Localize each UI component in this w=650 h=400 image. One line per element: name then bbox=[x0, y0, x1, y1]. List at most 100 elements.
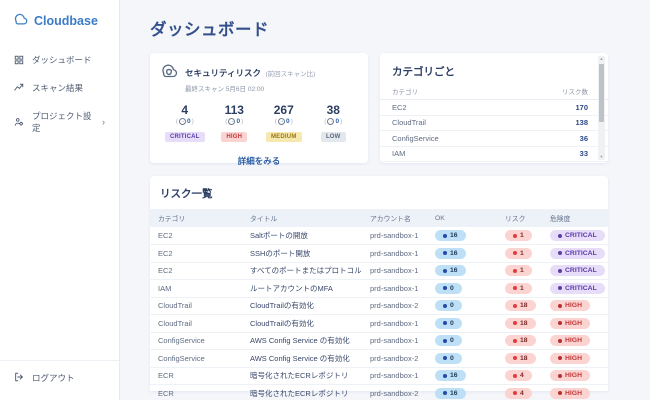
severity-pill: HIGH bbox=[550, 317, 590, 329]
risk-count-pill: 18 bbox=[505, 317, 536, 329]
security-card-subtitle: (前回スキャン比) bbox=[265, 71, 316, 78]
cloud-logo-icon bbox=[13, 12, 28, 30]
app-logo[interactable]: Cloudbase bbox=[0, 0, 119, 40]
category-table-body: EC2 170 CloudTrail 138 ConfigService 36 … bbox=[380, 100, 608, 163]
risk-count-pill: 4 bbox=[505, 387, 532, 399]
severity-pill: CRITICAL bbox=[550, 282, 605, 294]
risk-count-pill: 18 bbox=[505, 300, 536, 312]
ok-count-pill: 0 bbox=[435, 352, 462, 364]
severity-badge: HIGH bbox=[221, 132, 248, 142]
risk-table-row[interactable]: CloudTrail CloudTrailの有効化 prd-sandbox-2 … bbox=[150, 297, 608, 315]
stat-delta: (→ 0) bbox=[274, 118, 293, 125]
security-card-title: セキュリティリスク bbox=[185, 68, 261, 78]
sidebar-item-2[interactable]: プロジェクト設定 › bbox=[0, 102, 119, 142]
ok-count-pill: 16 bbox=[435, 247, 466, 259]
arrow-right-circle-icon: → bbox=[277, 118, 285, 125]
risk-list-title: リスク一覧 bbox=[160, 188, 213, 200]
risk-table: カテゴリ タイトル アカウント名 OK リスク 危険度 EC2 Saltポートの開放 pr… bbox=[150, 209, 608, 400]
severity-badge: MEDIUM bbox=[265, 132, 302, 142]
risk-count-pill: 18 bbox=[505, 352, 536, 364]
arrow-right-circle-icon: → bbox=[327, 118, 335, 125]
risk-count-pill: 18 bbox=[505, 335, 536, 347]
project-settings-icon bbox=[14, 117, 24, 127]
stat-delta: (→ 0) bbox=[225, 118, 244, 125]
ok-count-pill: 16 bbox=[435, 265, 466, 277]
risk-col-header: タイトル bbox=[242, 209, 362, 227]
ok-count-pill: 16 bbox=[435, 370, 466, 382]
risk-list-card: リスク一覧 カテゴリ タイトル アカウント名 OK リスク 危険度 EC2 Saltポート… bbox=[150, 176, 608, 400]
risk-count-pill: 1 bbox=[505, 247, 532, 259]
stat-delta: (→ 0) bbox=[175, 118, 194, 125]
severity-badge: LOW bbox=[320, 132, 346, 142]
sidebar-item-1[interactable]: スキャン結果 bbox=[0, 74, 119, 102]
logout-label: ログアウト bbox=[32, 373, 75, 383]
category-card-title: カテゴリごと bbox=[392, 66, 455, 78]
category-scrollbar[interactable]: ▲ ▼ bbox=[598, 56, 605, 160]
risk-count-pill: 1 bbox=[505, 282, 532, 294]
risk-table-row[interactable]: ECR 暗号化されたECRレポジトリ prd-sandbox-1 16 4 HI… bbox=[150, 367, 608, 385]
scan-results-icon bbox=[14, 83, 24, 93]
severity-pill: HIGH bbox=[550, 300, 590, 312]
stat-value: 4 bbox=[181, 103, 189, 117]
risk-col-header: カテゴリ bbox=[150, 209, 242, 227]
main-content: ダッシュボード セキュリティリスク (前回スキャン比) 最終スキャン 5月6日 … bbox=[120, 0, 650, 400]
cloud-shield-icon bbox=[160, 63, 178, 93]
risk-table-row[interactable]: EC2 SSHのポート開放 prd-sandbox-1 16 1 CRITICA… bbox=[150, 244, 608, 263]
risk-table-row[interactable]: EC2 すべてのポートまたはプロトコルの開放 prd-sandbox-1 16 … bbox=[150, 262, 608, 280]
ok-count-pill: 0 bbox=[435, 282, 462, 294]
severity-pill: CRITICAL bbox=[550, 265, 605, 277]
category-row[interactable]: ConfigService 36 bbox=[380, 131, 608, 147]
security-risk-card: セキュリティリスク (前回スキャン比) 最終スキャン 5月6日 02:00 4 … bbox=[150, 53, 368, 166]
risk-table-row[interactable]: ConfigService AWS Config Service の有効化 pr… bbox=[150, 332, 608, 350]
severity-pill: CRITICAL bbox=[550, 247, 605, 259]
sidebar-item-0[interactable]: ダッシュボード bbox=[0, 46, 119, 74]
risk-table-row[interactable]: CloudTrail CloudTrailの有効化 prd-sandbox-1 … bbox=[150, 314, 608, 333]
risk-table-header-row: カテゴリ タイトル アカウント名 OK リスク 危険度 bbox=[150, 209, 608, 227]
sidebar-nav: ダッシュボード スキャン結果 プロジェクト設定 › bbox=[0, 46, 119, 142]
category-row[interactable]: S3 17 bbox=[380, 162, 608, 163]
scroll-up-icon[interactable]: ▲ bbox=[598, 57, 605, 61]
ok-count-pill: 0 bbox=[435, 335, 462, 347]
stat-delta: (→ 0) bbox=[324, 118, 343, 125]
ok-count-pill: 0 bbox=[435, 317, 462, 329]
arrow-right-circle-icon: → bbox=[228, 118, 236, 125]
stat-value: 113 bbox=[224, 103, 244, 117]
risk-table-row[interactable]: ConfigService AWS Config Service の有効化 pr… bbox=[150, 349, 608, 368]
risk-count-pill: 1 bbox=[505, 229, 532, 242]
severity-pill: HIGH bbox=[550, 352, 590, 364]
ok-count-pill: 16 bbox=[435, 229, 466, 242]
risk-count-pill: 4 bbox=[505, 370, 532, 382]
category-table-header: カテゴリ リスク数 bbox=[380, 86, 608, 100]
app-logo-label: Cloudbase bbox=[34, 14, 98, 28]
risk-table-row[interactable]: IAM ルートアカウントのMFA prd-sandbox-1 0 1 CRITI… bbox=[150, 279, 608, 298]
severity-stat: 113 (→ 0) HIGH bbox=[210, 103, 260, 143]
stat-value: 267 bbox=[273, 103, 294, 117]
severity-stat: 267 (→ 0) MEDIUM bbox=[259, 103, 309, 143]
sidebar: Cloudbase ダッシュボード スキャン結果 プロジェクト設定 › ログアウ… bbox=[0, 0, 120, 400]
category-row[interactable]: IAM 33 bbox=[380, 147, 608, 162]
severity-pill: CRITICAL bbox=[550, 229, 605, 242]
risk-table-row[interactable]: EC2 Saltポートの開放 prd-sandbox-1 16 1 CRITIC… bbox=[150, 227, 608, 245]
scroll-down-icon[interactable]: ▼ bbox=[598, 155, 605, 159]
chevron-right-icon: › bbox=[102, 116, 105, 127]
risk-col-header: OK bbox=[427, 209, 497, 227]
logout-button[interactable]: ログアウト bbox=[0, 361, 119, 400]
category-row[interactable]: CloudTrail 138 bbox=[380, 116, 608, 131]
risk-table-row[interactable]: ECR 暗号化されたECRレポジトリ prd-sandbox-2 16 4 HI… bbox=[150, 384, 608, 400]
severity-stat: 4 (→ 0) CRITICAL bbox=[160, 103, 210, 143]
dashboard-icon bbox=[14, 55, 24, 65]
severity-pill: HIGH bbox=[550, 370, 590, 382]
category-row[interactable]: EC2 170 bbox=[380, 100, 608, 116]
scrollbar-thumb[interactable] bbox=[599, 64, 604, 122]
severity-stat: 38 (→ 0) LOW bbox=[309, 103, 359, 143]
page-title: ダッシュボード bbox=[150, 21, 269, 39]
arrow-right-circle-icon: → bbox=[178, 118, 186, 125]
severity-pill: HIGH bbox=[550, 335, 590, 347]
risk-col-header: 危険度 bbox=[542, 209, 608, 227]
risk-count-pill: 1 bbox=[505, 265, 532, 277]
last-scan-text: 最終スキャン 5月6日 02:00 bbox=[185, 86, 265, 93]
stat-value: 38 bbox=[326, 103, 340, 117]
details-link[interactable]: 詳細をみる bbox=[150, 143, 368, 177]
ok-count-pill: 16 bbox=[435, 387, 466, 399]
logout-icon bbox=[14, 372, 24, 384]
